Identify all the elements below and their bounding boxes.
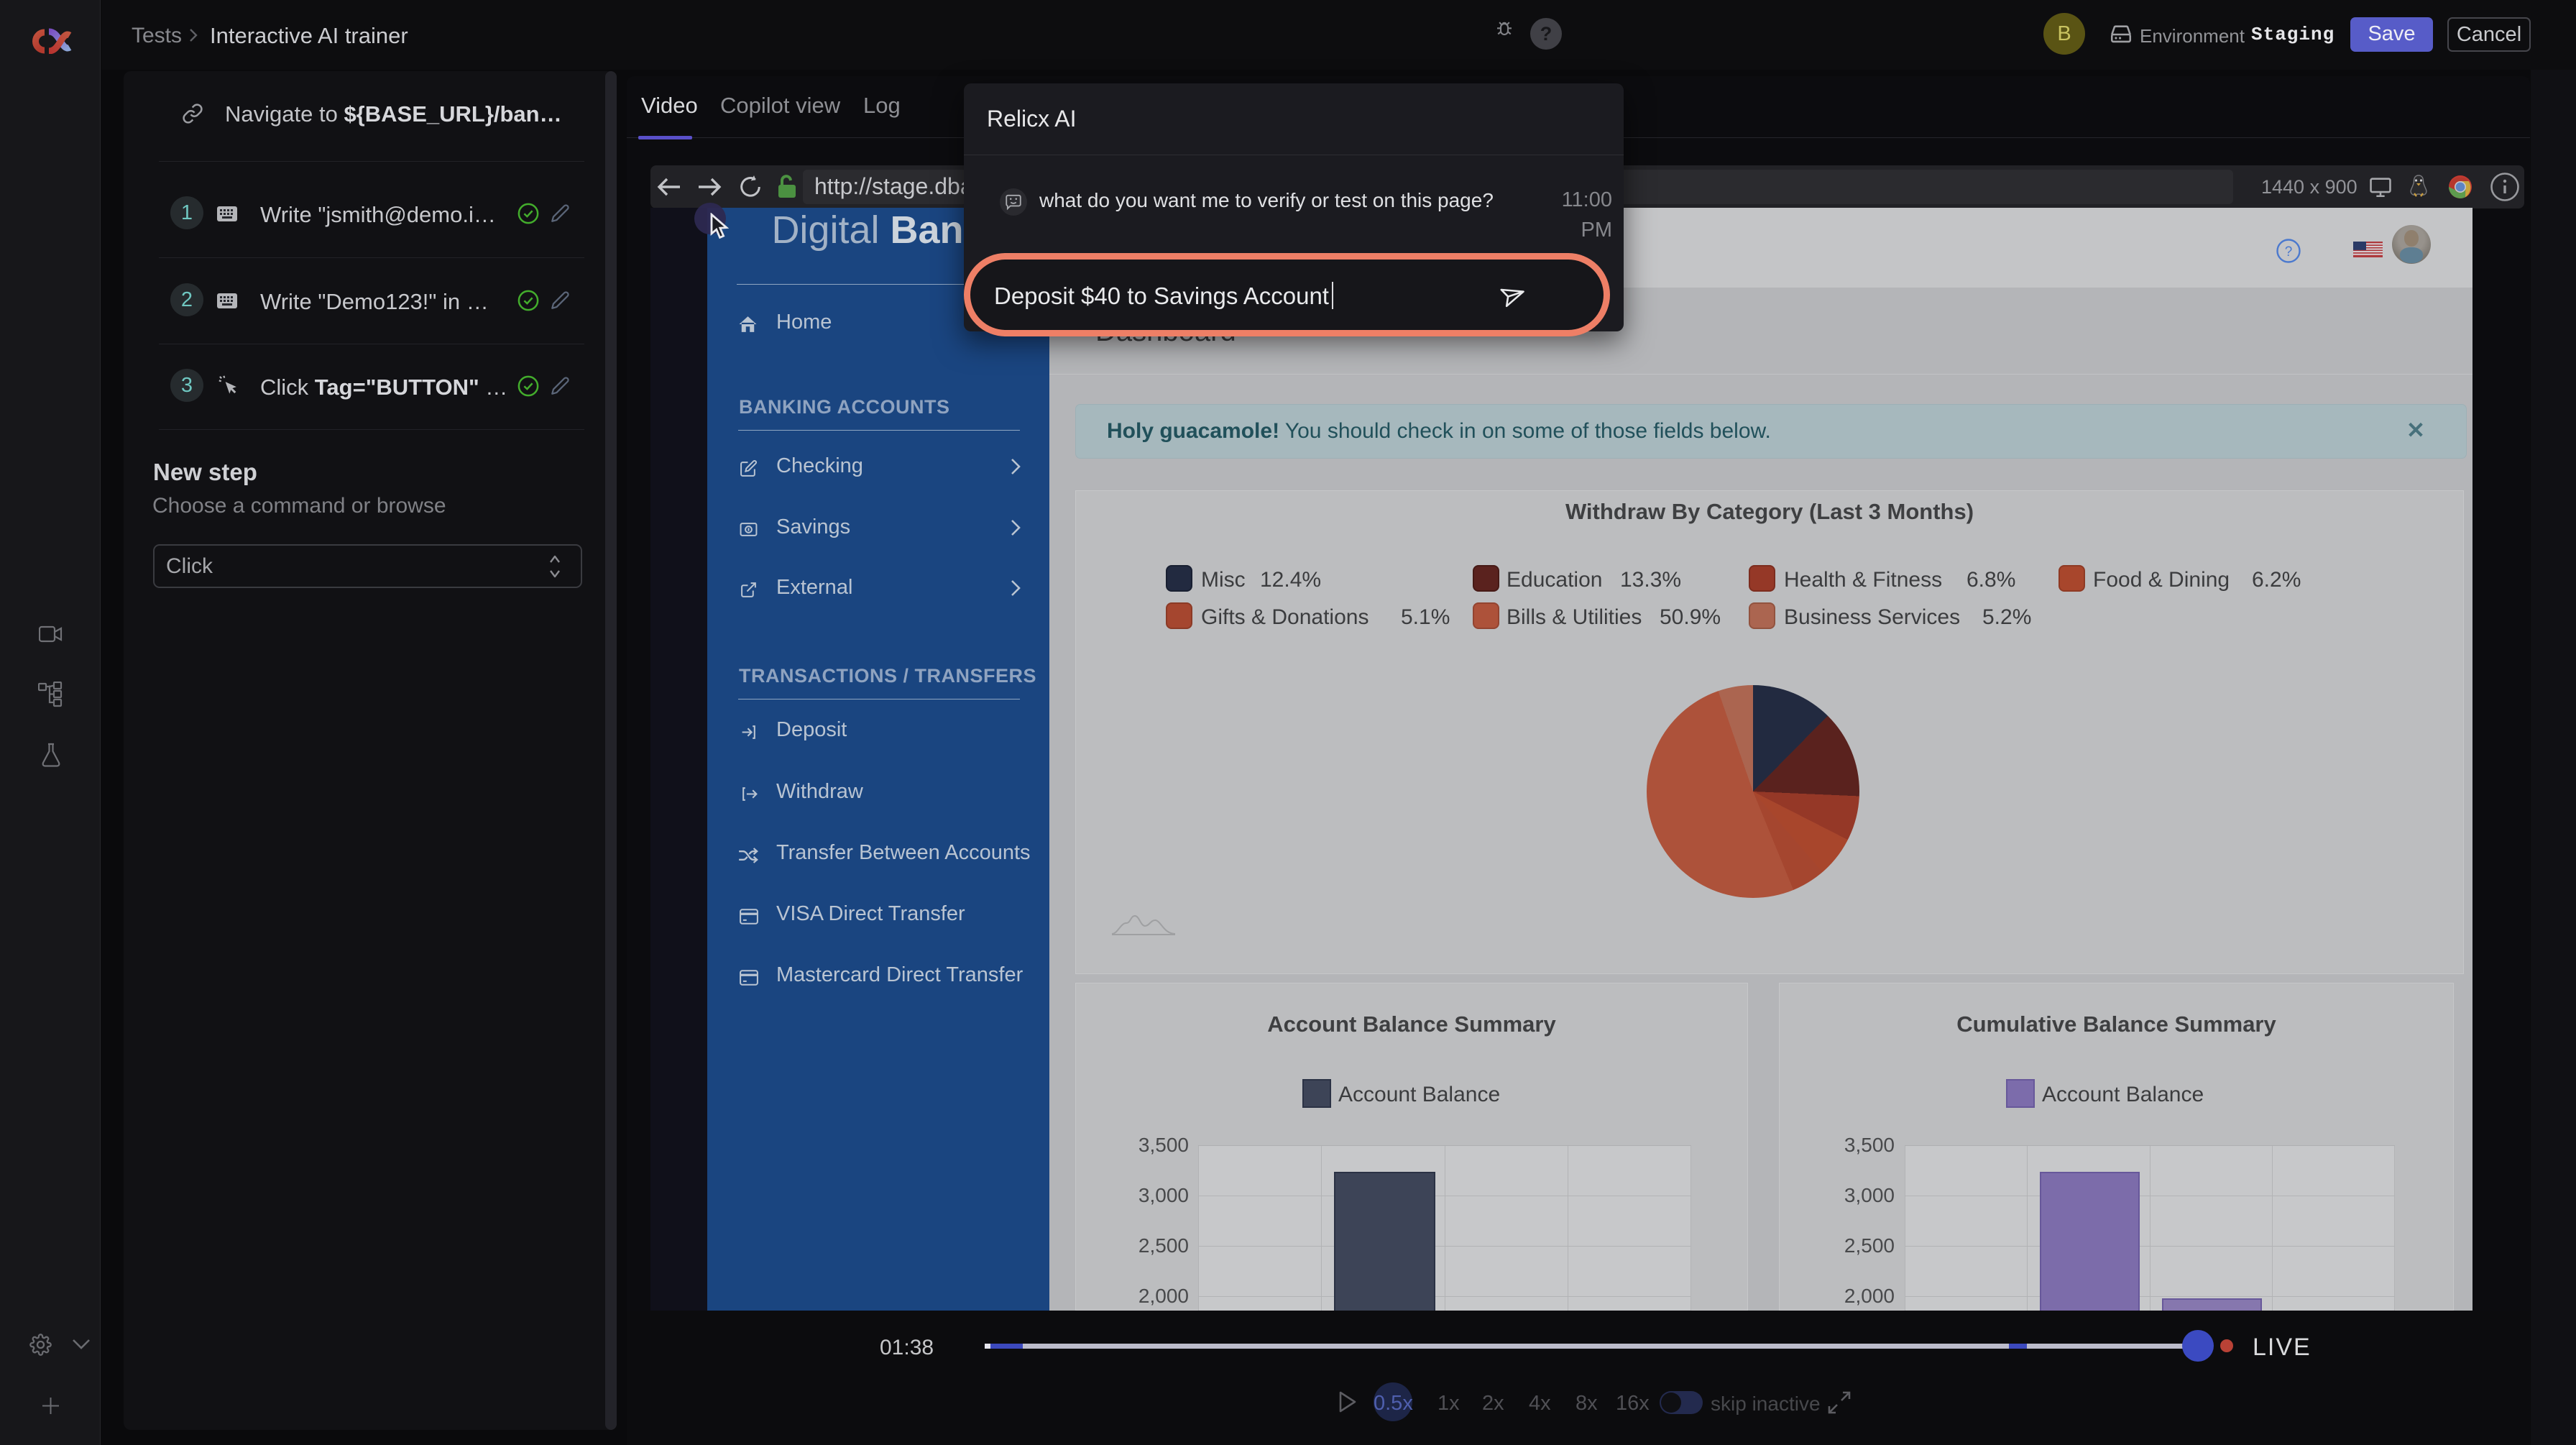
svg-text:?: ? — [2285, 244, 2293, 260]
